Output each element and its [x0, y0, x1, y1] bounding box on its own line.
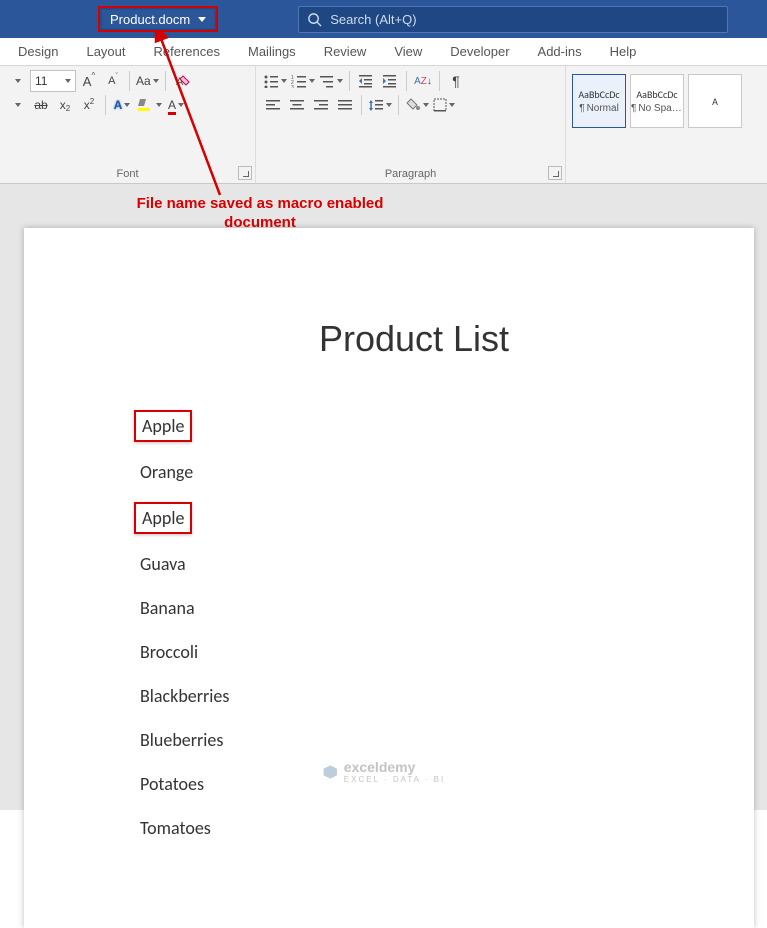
style-item-[interactable]: A — [688, 74, 742, 128]
annotation-line2: document — [224, 214, 296, 231]
tab-references[interactable]: References — [140, 38, 234, 66]
clear-formatting-button[interactable]: A — [171, 70, 193, 92]
product-text[interactable]: Broccoli — [134, 638, 204, 666]
product-text[interactable]: Blackberries — [134, 682, 235, 710]
list-item: Guava — [134, 550, 694, 594]
style-label: No Spac... — [631, 103, 683, 114]
ribbon-group-styles: AaBbCcDc Normal AaBbCcDc No Spac... A — [566, 66, 767, 183]
tab-review[interactable]: Review — [310, 38, 381, 66]
font-size-combo[interactable]: 11 — [30, 70, 76, 92]
annotation-text: File name saved as macro enabled documen… — [100, 195, 420, 233]
document-title: Product List — [134, 318, 694, 360]
list-item: Blueberries — [134, 726, 694, 770]
tab-mailings[interactable]: Mailings — [234, 38, 310, 66]
strikethrough-button[interactable]: ab — [30, 94, 52, 116]
font-size-value: 11 — [35, 74, 47, 88]
style-label: Normal — [579, 103, 619, 114]
subscript-button[interactable]: x2 — [54, 94, 76, 116]
filename-text: Product.docm — [110, 12, 190, 27]
tab-add-ins[interactable]: Add-ins — [524, 38, 596, 66]
bullets-button[interactable] — [262, 70, 288, 92]
list-item: Blackberries — [134, 682, 694, 726]
annotation-line1: File name saved as macro enabled — [137, 195, 384, 212]
grow-font-button[interactable]: A^ — [78, 70, 100, 92]
list-item: Orange — [134, 458, 694, 502]
list-item: Banana — [134, 594, 694, 638]
borders-button[interactable] — [432, 94, 456, 116]
tab-view[interactable]: View — [380, 38, 436, 66]
tab-layout[interactable]: Layout — [72, 38, 139, 66]
font-group-label: Font — [6, 166, 249, 183]
product-text[interactable]: Apple — [134, 502, 192, 534]
chevron-down-icon — [198, 17, 206, 22]
change-case-button[interactable]: Aa — [135, 70, 160, 92]
product-text[interactable]: Banana — [134, 594, 201, 622]
multilevel-list-button[interactable] — [318, 70, 344, 92]
product-text[interactable]: Potatoes — [134, 770, 210, 798]
tab-help[interactable]: Help — [596, 38, 651, 66]
highlight-button[interactable] — [135, 94, 163, 116]
search-placeholder: Search (Alt+Q) — [330, 12, 416, 27]
paragraph-dialog-launcher[interactable] — [548, 166, 562, 180]
list-item: Apple — [134, 502, 694, 550]
style-no-spac-[interactable]: AaBbCcDc No Spac... — [630, 74, 684, 128]
ribbon-group-paragraph: 123 AZ↓ ¶ Paragraph — [256, 66, 566, 183]
product-text[interactable]: Guava — [134, 550, 192, 578]
text-effects-button[interactable]: A — [111, 94, 133, 116]
font-name-edge[interactable] — [6, 70, 28, 92]
product-list: Apple Orange Apple Guava Banana Broccoli Black… — [134, 410, 694, 858]
bold-edge[interactable] — [6, 94, 28, 116]
product-text[interactable]: Apple — [134, 410, 192, 442]
document-area: Product List Apple Orange Apple Guava Banana… — [0, 184, 767, 810]
numbering-button[interactable]: 123 — [290, 70, 316, 92]
tab-design[interactable]: Design — [4, 38, 72, 66]
style-normal[interactable]: AaBbCcDc Normal — [572, 74, 626, 128]
shading-button[interactable] — [404, 94, 430, 116]
document-page[interactable]: Product List Apple Orange Apple Guava Banana… — [24, 228, 754, 928]
increase-indent-button[interactable] — [379, 70, 401, 92]
show-marks-button[interactable]: ¶ — [445, 70, 467, 92]
font-color-button[interactable]: A — [165, 94, 187, 116]
list-item: Apple — [134, 410, 694, 458]
align-center-button[interactable] — [286, 94, 308, 116]
product-text[interactable]: Orange — [134, 458, 199, 486]
style-sample: A — [712, 95, 718, 108]
justify-button[interactable] — [334, 94, 356, 116]
paragraph-group-label: Paragraph — [262, 166, 559, 183]
title-bar: Product.docm Search (Alt+Q) — [0, 0, 767, 38]
filename-dropdown[interactable]: Product.docm — [98, 6, 218, 32]
list-item: Broccoli — [134, 638, 694, 682]
ribbon-group-font: 11 A^ Aˇ Aa A ab x2 x2 A — [0, 66, 256, 183]
line-spacing-button[interactable] — [367, 94, 393, 116]
chevron-down-icon — [65, 79, 71, 83]
ribbon: 11 A^ Aˇ Aa A ab x2 x2 A — [0, 66, 767, 184]
style-sample: AaBbCcDc — [578, 88, 619, 101]
sort-button[interactable]: AZ↓ — [412, 70, 434, 92]
product-text[interactable]: Blueberries — [134, 726, 229, 754]
ribbon-tabs: DesignLayoutReferencesMailingsReviewView… — [0, 38, 767, 66]
product-text[interactable]: Tomatoes — [134, 814, 217, 842]
align-right-button[interactable] — [310, 94, 332, 116]
shrink-font-button[interactable]: Aˇ — [102, 70, 124, 92]
style-sample: AaBbCcDc — [636, 88, 677, 101]
search-box[interactable]: Search (Alt+Q) — [298, 6, 728, 33]
svg-text:3: 3 — [291, 85, 294, 88]
tab-developer[interactable]: Developer — [436, 38, 523, 66]
list-item: Potatoes — [134, 770, 694, 814]
font-dialog-launcher[interactable] — [238, 166, 252, 180]
search-icon — [307, 12, 322, 27]
superscript-button[interactable]: x2 — [78, 94, 100, 116]
decrease-indent-button[interactable] — [355, 70, 377, 92]
align-left-button[interactable] — [262, 94, 284, 116]
list-item: Tomatoes — [134, 814, 694, 858]
